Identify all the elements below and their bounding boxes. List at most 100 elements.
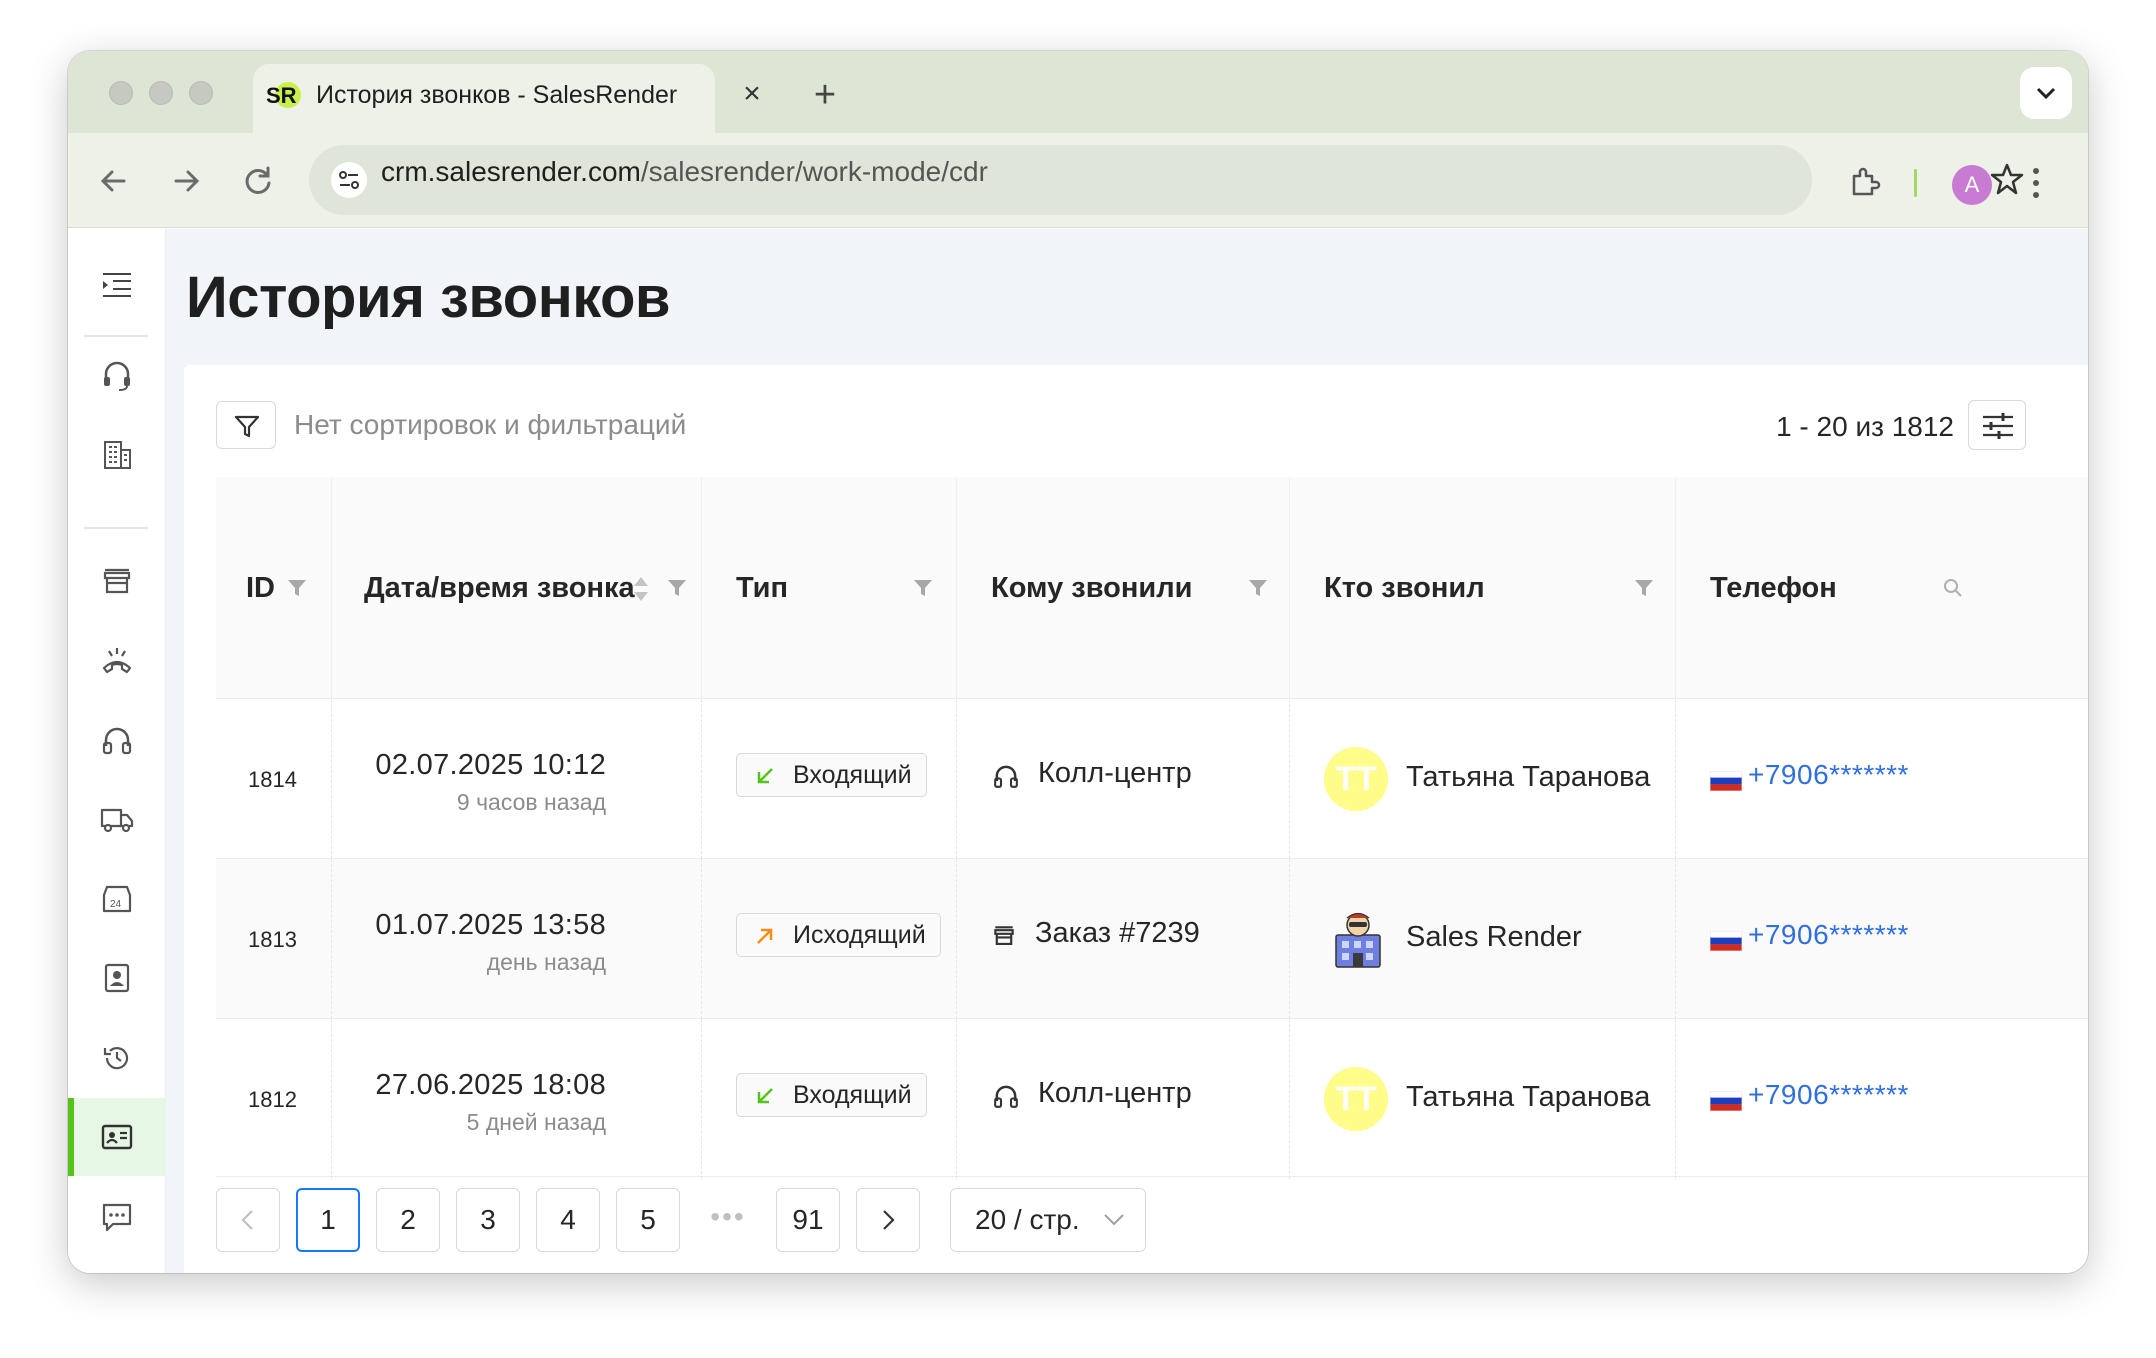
cell-phone: +7906*******: [1676, 1019, 2088, 1179]
caller-name: Татьяна Таранова: [1406, 761, 1651, 793]
svg-text:SR: SR: [266, 83, 297, 108]
store-icon: [103, 568, 131, 594]
table-row[interactable]: 1813 01.07.2025 13:58 день назад Исходящ…: [216, 859, 2088, 1019]
reload-icon[interactable]: [236, 159, 280, 203]
call-relative-time: 9 часов назад: [456, 789, 606, 815]
sidebar-item-company[interactable]: [68, 415, 166, 493]
browser-window: SR История звонков - SalesRender × + crm…: [68, 51, 2088, 1273]
incoming-arrow-icon: [757, 1088, 773, 1104]
cell-caller: ТТ Татьяна Таранова: [1290, 699, 1676, 859]
truck-icon: [100, 808, 134, 833]
cell-target: Заказ #7239: [957, 859, 1290, 1019]
call-target[interactable]: Заказ #7239: [991, 917, 1200, 950]
robot-avatar-icon: [1335, 912, 1381, 968]
tab-strip: SR История звонков - SalesRender × +: [68, 51, 2088, 133]
column-header-phone: Телефон: [1676, 477, 2088, 699]
phone-link[interactable]: +7906*******: [1748, 919, 1909, 951]
column-header-date: Дата/время звонка: [332, 477, 702, 699]
app-root: 24 История звонков Нет сортировок и филь…: [68, 229, 2088, 1273]
forward-icon[interactable]: [164, 159, 208, 203]
call-type-tag: Исходящий: [736, 913, 941, 957]
sidebar-item-delivery[interactable]: [68, 780, 166, 858]
sidebar-item-chat[interactable]: [68, 1178, 166, 1256]
cell-date: 27.06.2025 18:08 5 дней назад: [332, 1019, 702, 1179]
call-history-card: Нет сортировок и фильтраций 1 - 20 из 18…: [184, 365, 2088, 1273]
site-info-icon[interactable]: [331, 162, 367, 198]
sidebar-item-orders[interactable]: [68, 542, 166, 620]
call-type-tag: Входящий: [736, 1073, 927, 1117]
call-target[interactable]: Колл-центр: [991, 1077, 1192, 1110]
column-header-caller: Кто звонил: [1290, 477, 1676, 699]
page-button-2[interactable]: 2: [376, 1188, 440, 1252]
cell-caller: ТТ Татьяна Таранова: [1290, 1019, 1676, 1179]
filter-button[interactable]: [216, 401, 276, 449]
sidebar-item-history[interactable]: [68, 1019, 166, 1097]
chevron-down-icon: [2036, 87, 2056, 100]
new-tab-icon[interactable]: +: [803, 73, 847, 117]
back-icon[interactable]: [92, 159, 136, 203]
extensions-icon[interactable]: [1846, 164, 1882, 200]
page-button-5[interactable]: 5: [616, 1188, 680, 1252]
call-relative-time: день назад: [486, 949, 606, 975]
bookmark-star-icon[interactable]: [1989, 161, 2025, 197]
page-button-1[interactable]: 1: [296, 1188, 360, 1252]
call-relative-time: 5 дней назад: [466, 1109, 606, 1135]
salesrender-favicon-icon: SR: [266, 82, 301, 108]
column-settings-button[interactable]: [1968, 400, 2026, 450]
table-row[interactable]: 1812 27.06.2025 18:08 5 дней назад Входя…: [216, 1019, 2088, 1179]
headphones-icon: [994, 1085, 1018, 1108]
page-button-last[interactable]: 91: [776, 1188, 840, 1252]
cell-date: 01.07.2025 13:58 день назад: [332, 859, 702, 1019]
minimize-window-icon[interactable]: [149, 81, 173, 105]
sidebar-item-collapse[interactable]: [68, 246, 166, 324]
menu-collapse-icon: [103, 273, 131, 297]
browser-menu-icon[interactable]: [2026, 163, 2046, 203]
prev-page-button[interactable]: [216, 1188, 280, 1252]
sidebar: 24: [68, 229, 166, 1273]
headset-icon: [104, 361, 130, 391]
sidebar-item-contacts[interactable]: [68, 939, 166, 1017]
column-filter-icon[interactable]: [286, 577, 308, 599]
caller-avatar: ТТ: [1324, 1067, 1388, 1131]
call-target[interactable]: Колл-центр: [991, 757, 1192, 790]
profile-avatar[interactable]: A: [1952, 165, 1992, 205]
tab-close-icon[interactable]: ×: [733, 75, 771, 113]
cell-type: Входящий: [702, 1019, 957, 1179]
sidebar-item-store-24[interactable]: 24: [68, 860, 166, 938]
cell-target: Колл-центр: [957, 699, 1290, 859]
column-search-icon[interactable]: [1942, 577, 1964, 599]
table-row[interactable]: 1814 02.07.2025 10:12 9 часов назад Вход…: [216, 699, 2088, 859]
column-header-type: Тип: [702, 477, 957, 699]
maximize-window-icon[interactable]: [189, 81, 213, 105]
caller-name: Sales Render: [1406, 921, 1582, 953]
column-filter-icon[interactable]: [1633, 577, 1655, 599]
sort-icon[interactable]: [632, 575, 650, 603]
chevron-left-icon: [241, 1210, 253, 1230]
history-icon: [103, 1047, 129, 1070]
tab-title: История звонков - SalesRender: [316, 81, 678, 109]
outgoing-arrow-icon: [757, 928, 773, 944]
pagination-ellipsis[interactable]: •••: [696, 1188, 760, 1252]
phone-link[interactable]: +7906*******: [1748, 1079, 1909, 1111]
sidebar-item-operator[interactable]: [68, 336, 166, 414]
call-date: 01.07.2025 13:58: [375, 909, 606, 941]
page-button-3[interactable]: 3: [456, 1188, 520, 1252]
russia-flag-icon: [1710, 931, 1742, 951]
page-size-select[interactable]: 20 / стр.: [950, 1188, 1146, 1252]
filter-icon: [234, 415, 260, 438]
chevron-down-icon: [1104, 1214, 1124, 1226]
next-page-button[interactable]: [856, 1188, 920, 1252]
column-filter-icon[interactable]: [912, 577, 934, 599]
phone-link[interactable]: +7906*******: [1748, 759, 1909, 791]
sidebar-item-calls[interactable]: [68, 621, 166, 699]
page-button-4[interactable]: 4: [536, 1188, 600, 1252]
sidebar-item-call-history[interactable]: [68, 1098, 166, 1176]
call-type-tag: Входящий: [736, 753, 927, 797]
sidebar-item-call-center[interactable]: [68, 701, 166, 779]
url-text[interactable]: crm.salesrender.com/salesrender/work-mod…: [381, 155, 988, 189]
close-window-icon[interactable]: [109, 81, 133, 105]
tab-search-button[interactable]: [2020, 67, 2072, 119]
column-filter-icon[interactable]: [1247, 577, 1269, 599]
column-filter-icon[interactable]: [666, 577, 688, 599]
cell-phone: +7906*******: [1676, 859, 2088, 1019]
